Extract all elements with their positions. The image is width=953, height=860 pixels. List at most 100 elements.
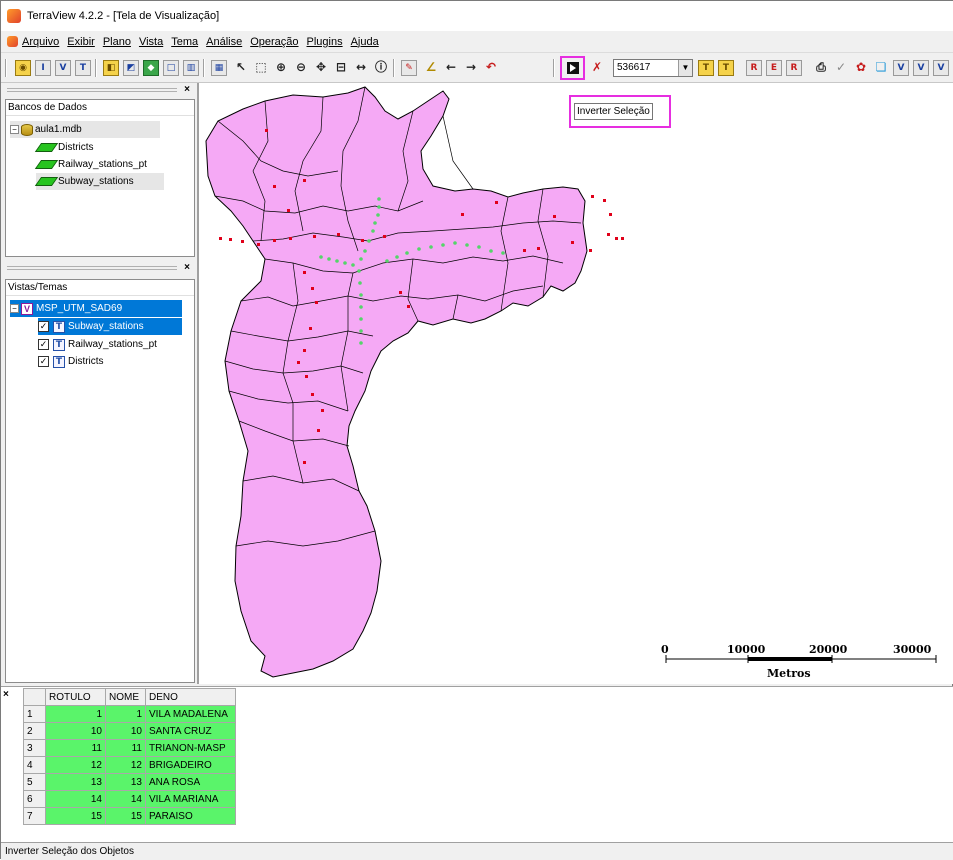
map-canvas[interactable] — [197, 83, 953, 684]
cell-nome[interactable]: 15 — [105, 807, 146, 825]
attribute-table[interactable]: ROTULO NOME DENO 1 1 1 VILA MADALENA 2 10 10 S… — [23, 688, 236, 825]
column-header-deno[interactable]: DENO — [145, 688, 236, 706]
cell-deno[interactable]: BRIGADEIRO — [145, 756, 236, 774]
collapse-icon[interactable]: − — [10, 304, 19, 313]
edit-icon[interactable]: ✎ — [401, 60, 417, 76]
cell-deno[interactable]: VILA MADALENA — [145, 705, 236, 723]
cell-rotulo[interactable]: 11 — [45, 739, 106, 757]
menu-tema[interactable]: Tema — [171, 36, 198, 48]
tree-layer-railway[interactable]: Railway_stations_pt — [34, 156, 147, 173]
table-row[interactable]: 2 10 10 SANTA CRUZ — [23, 722, 236, 740]
frame-icon[interactable]: □ — [163, 60, 179, 76]
scale-combo[interactable]: 536617 ▼ — [613, 59, 693, 77]
cell-rotulo[interactable]: 12 — [45, 756, 106, 774]
cell-rotulo[interactable]: 13 — [45, 773, 106, 791]
table-row[interactable]: 3 11 11 TRIANON-MASP — [23, 739, 236, 757]
layer-props-icon[interactable]: ◩ — [123, 60, 139, 76]
import-icon[interactable]: I — [35, 60, 51, 76]
db-pane-grip[interactable]: × — [5, 84, 195, 97]
report-icon[interactable]: R — [786, 60, 802, 76]
tree-layer-subway[interactable]: Subway_stations — [34, 173, 164, 190]
cell-deno[interactable]: TRIANON-MASP — [145, 739, 236, 757]
column-header-rotulo[interactable]: ROTULO — [45, 688, 106, 706]
zoom-extent-icon[interactable]: ⊟ — [333, 60, 349, 76]
style-icon[interactable]: ✓ — [833, 60, 849, 76]
tree-db-node[interactable]: − aula1.mdb — [10, 121, 160, 138]
cell-deno[interactable]: VILA MARIANA — [145, 790, 236, 808]
menu-exibir[interactable]: Exibir — [67, 36, 95, 48]
close-icon[interactable]: × — [181, 262, 193, 274]
view-icon[interactable]: V — [55, 60, 71, 76]
pointer-icon[interactable]: ↖ — [233, 60, 249, 76]
menu-vista[interactable]: Vista — [139, 36, 163, 48]
zoom-out-icon[interactable]: ⊖ — [293, 60, 309, 76]
zoom-in-icon[interactable]: ⊕ — [273, 60, 289, 76]
cell-nome[interactable]: 13 — [105, 773, 146, 791]
theme-checkbox[interactable]: ✓ — [38, 356, 49, 367]
tv-theme-icon[interactable]: V — [913, 60, 929, 76]
database-icon[interactable]: ◉ — [15, 60, 31, 76]
cell-deno[interactable]: PARAISO — [145, 807, 236, 825]
views-pane-grip[interactable]: × — [5, 262, 195, 275]
cell-nome[interactable]: 1 — [105, 705, 146, 723]
cell-rotulo[interactable]: 15 — [45, 807, 106, 825]
paint-icon[interactable]: ✿ — [853, 60, 869, 76]
chevron-down-icon[interactable]: ▼ — [678, 60, 692, 76]
tree-layer-districts[interactable]: Districts — [34, 139, 94, 156]
table-row[interactable]: 5 13 13 ANA ROSA — [23, 773, 236, 791]
cell-rotulo[interactable]: 10 — [45, 722, 106, 740]
table-row[interactable]: 7 15 15 PARAISO — [23, 807, 236, 825]
grid-icon[interactable]: ▥ — [183, 60, 199, 76]
menu-operacao[interactable]: Operação — [250, 36, 298, 48]
clear-selection-icon[interactable]: ✗ — [589, 60, 605, 76]
select-area-icon[interactable]: ⬚ — [253, 60, 269, 76]
menu-plano[interactable]: Plano — [103, 36, 131, 48]
pan-icon[interactable]: ✥ — [313, 60, 329, 76]
forward-icon[interactable]: → — [463, 60, 479, 76]
draw-icon[interactable]: ∠ — [423, 60, 439, 76]
tv-view-icon[interactable]: V — [893, 60, 909, 76]
table-row[interactable]: 1 1 1 VILA MADALENA — [23, 705, 236, 723]
cell-rotulo[interactable]: 14 — [45, 790, 106, 808]
back-icon[interactable]: ← — [443, 60, 459, 76]
undo-icon[interactable]: ↶ — [483, 60, 499, 76]
tree-view-node[interactable]: − V MSP_UTM_SAD69 — [10, 300, 182, 317]
table-row[interactable]: 4 12 12 BRIGADEIRO — [23, 756, 236, 774]
theme-icon[interactable]: T — [75, 60, 91, 76]
menu-arquivo[interactable]: Arquivo — [22, 36, 59, 48]
visual-icon[interactable]: ◆ — [143, 60, 159, 76]
graph-icon[interactable]: R — [746, 60, 762, 76]
table-row[interactable]: 6 14 14 VILA MARIANA — [23, 790, 236, 808]
cell-nome[interactable]: 11 — [105, 739, 146, 757]
menu-ajuda[interactable]: Ajuda — [351, 36, 379, 48]
menu-plugins[interactable]: Plugins — [307, 36, 343, 48]
print-icon[interactable]: ⎙ — [813, 60, 829, 76]
menu-analise[interactable]: Análise — [206, 36, 242, 48]
text-font-icon[interactable]: T — [718, 60, 734, 76]
invert-selection-button[interactable] — [560, 56, 585, 80]
info-icon[interactable]: ⓘ — [373, 60, 389, 76]
theme-checkbox[interactable]: ✓ — [38, 339, 49, 350]
table-icon[interactable]: ▦ — [211, 60, 227, 76]
collapse-icon[interactable]: − — [10, 125, 19, 134]
document-icon[interactable] — [7, 36, 18, 47]
text-icon[interactable]: T — [698, 60, 714, 76]
cell-nome[interactable]: 14 — [105, 790, 146, 808]
cell-nome[interactable]: 12 — [105, 756, 146, 774]
tree-theme-subway[interactable]: ✓ T Subway_stations — [38, 318, 182, 335]
tv-more-icon[interactable]: V — [933, 60, 949, 76]
db-props-icon[interactable]: ◧ — [103, 60, 119, 76]
cell-nome[interactable]: 10 — [105, 722, 146, 740]
column-header-nome[interactable]: NOME — [105, 688, 146, 706]
map-svg[interactable] — [199, 83, 953, 684]
export-graph-icon[interactable]: E — [766, 60, 782, 76]
tree-theme-districts[interactable]: ✓ T Districts — [38, 353, 104, 370]
close-icon[interactable]: × — [181, 84, 193, 96]
theme-checkbox[interactable]: ✓ — [38, 321, 49, 332]
tree-theme-railway[interactable]: ✓ T Railway_stations_pt — [38, 336, 157, 353]
measure-icon[interactable]: ↔ — [353, 60, 369, 76]
cell-deno[interactable]: SANTA CRUZ — [145, 722, 236, 740]
cell-rotulo[interactable]: 1 — [45, 705, 106, 723]
sao-paulo-districts-polygon[interactable] — [205, 86, 588, 678]
open-folder-icon[interactable]: ❏ — [873, 60, 889, 76]
